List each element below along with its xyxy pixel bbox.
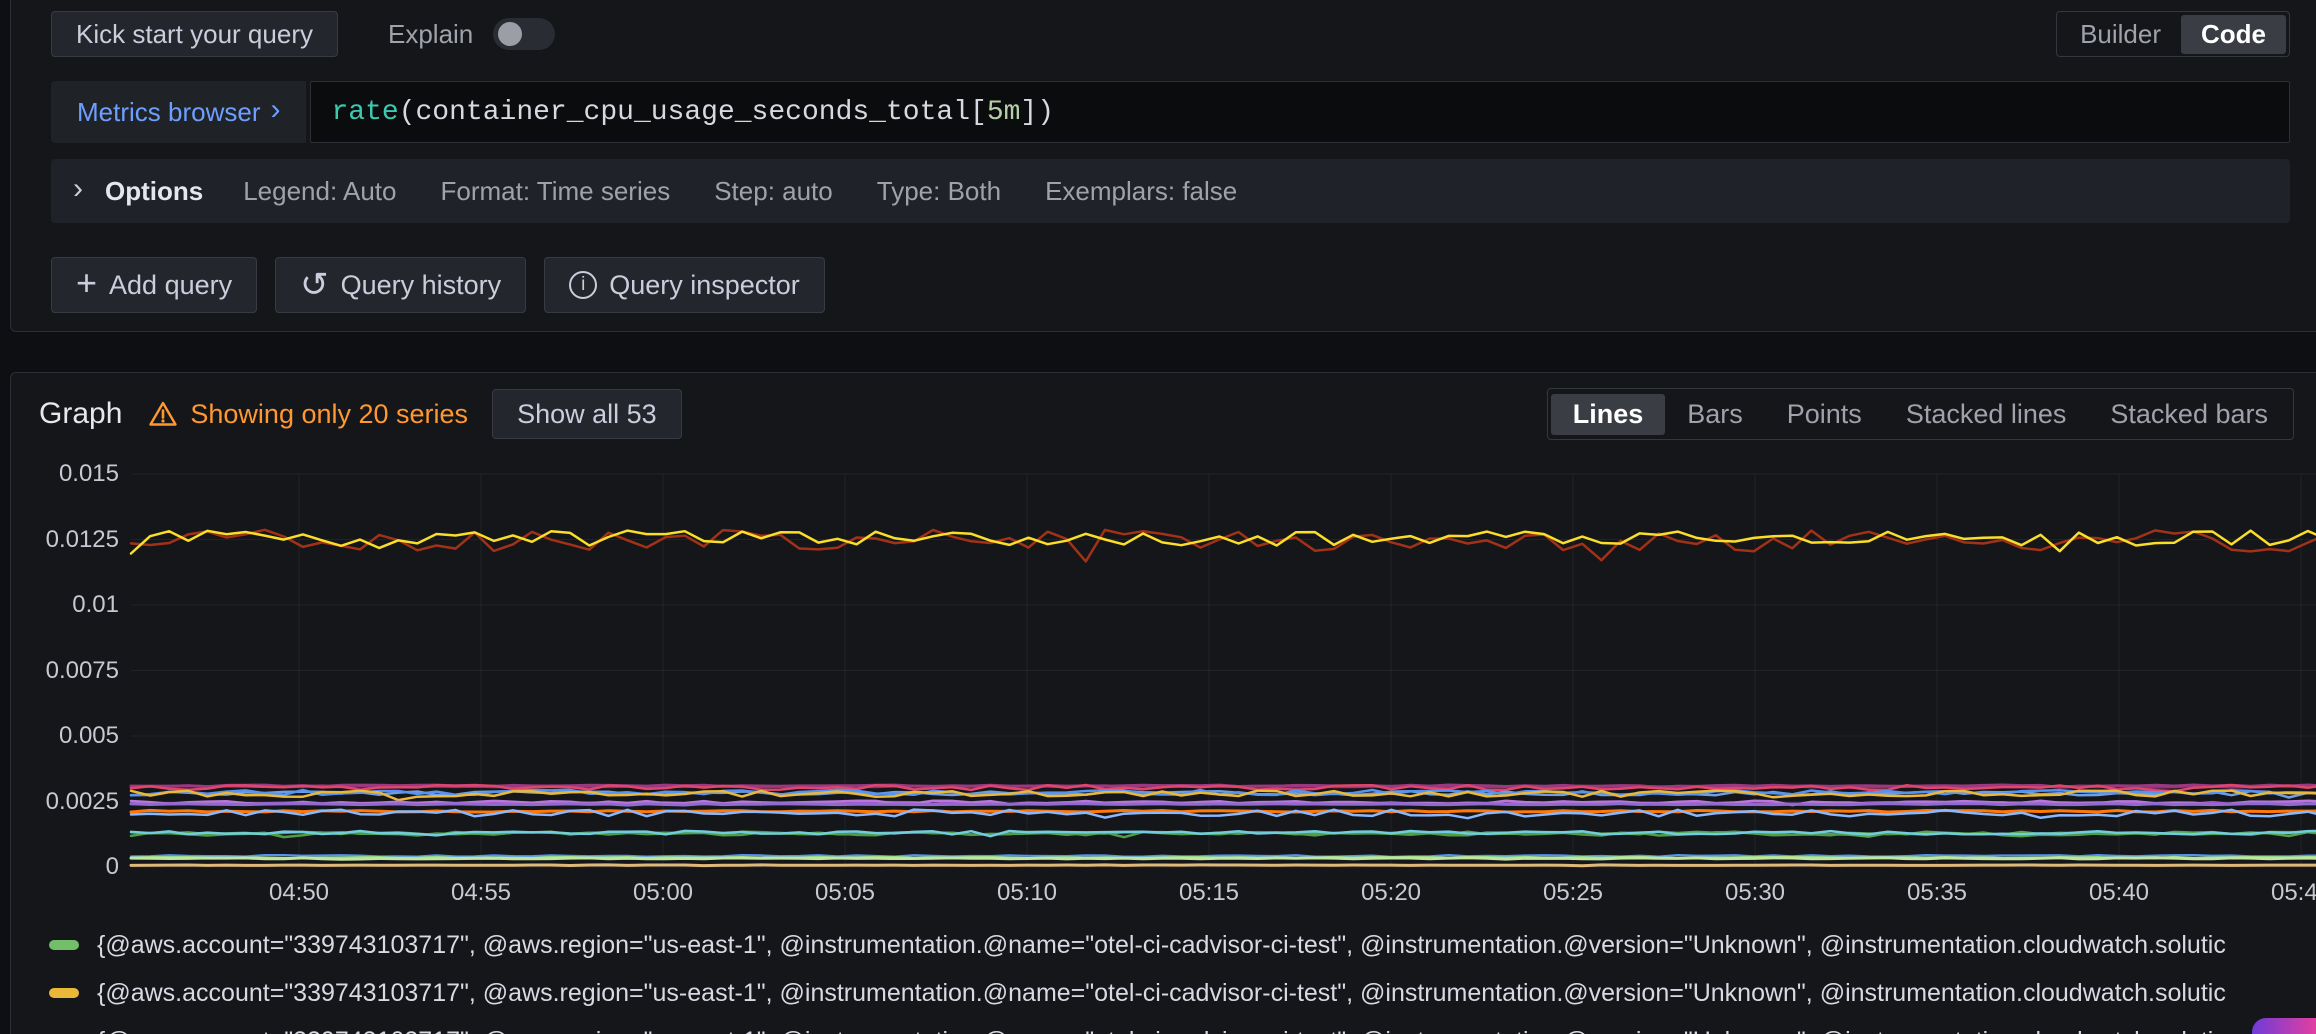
explain-toggle-knob xyxy=(498,22,522,46)
explain-toggle[interactable] xyxy=(493,18,555,50)
options-summary: Legend: Auto Format: Time series Step: aut… xyxy=(243,176,1281,207)
time-series-chart[interactable]: 0 0.0025 0.005 0.0075 0.01 0.0125 0.015 04:50 04… xyxy=(11,441,2316,916)
options-collapser[interactable]: › Options Legend: Auto Format: Time serie… xyxy=(51,159,2290,223)
show-all-series-button[interactable]: Show all 53 xyxy=(492,389,682,439)
button-label: Add query xyxy=(109,270,232,301)
x-axis-label: 05:00 xyxy=(633,879,693,907)
x-axis-label: 05:10 xyxy=(997,879,1057,907)
x-axis-label: 05:40 xyxy=(2089,879,2149,907)
chart-legend: {@aws.account="339743103717", @aws.regio… xyxy=(49,921,2316,1034)
promql-function-token: rate xyxy=(331,97,398,128)
legend-label: {@aws.account="339743103717", @aws.regio… xyxy=(97,931,2226,960)
query-actions-row: +Add query ↺Query history i Query inspector xyxy=(51,257,2290,313)
graph-style-switch: LinesBarsPointsStacked linesStacked bars xyxy=(1547,388,2294,440)
promql-metric-token: (container_cpu_usage_seconds_total[ xyxy=(399,97,987,128)
options-summary-item: Legend: Auto xyxy=(243,176,396,206)
metrics-browser-label: Metrics browser xyxy=(77,97,260,128)
graph-panel: Graph Showing only 20 series Show all 53… xyxy=(10,372,2316,1034)
y-axis-label: 0.015 xyxy=(11,460,119,488)
options-title: Options xyxy=(105,176,203,207)
legend-swatch xyxy=(49,940,79,950)
graph-style-points[interactable]: Points xyxy=(1765,394,1884,435)
x-axis-label: 05:20 xyxy=(1361,879,1421,907)
graph-header: Graph Showing only 20 series Show all 53… xyxy=(11,387,2316,441)
x-axis-label: 05:15 xyxy=(1179,879,1239,907)
x-axis-label: 04:55 xyxy=(451,879,511,907)
query-editor-toolbar: Kick start your query Explain Builder Co… xyxy=(51,11,2290,57)
code-mode-option[interactable]: Code xyxy=(2181,15,2286,54)
x-axis-label: 05:05 xyxy=(815,879,875,907)
series-limit-warning-text: Showing only 20 series xyxy=(190,399,468,430)
options-summary-item: Format: Time series xyxy=(440,176,670,206)
legend-swatch xyxy=(49,988,79,998)
info-icon: i xyxy=(569,271,597,299)
y-axis-label: 0.0125 xyxy=(11,526,119,554)
y-axis-label: 0.01 xyxy=(11,591,119,619)
x-axis-label: 05:45 xyxy=(2271,879,2316,907)
promql-duration-token: 5m xyxy=(987,97,1021,128)
legend-row[interactable]: {@aws.account="339743103717", @aws.regio… xyxy=(49,1017,2316,1034)
button-label: Query inspector xyxy=(609,270,800,301)
legend-row[interactable]: {@aws.account="339743103717", @aws.regio… xyxy=(49,921,2316,969)
y-axis-label: 0 xyxy=(11,853,119,881)
series-line-cpu-rate-tan xyxy=(131,865,2316,866)
promql-code-editor[interactable]: rate(container_cpu_usage_seconds_total[5… xyxy=(310,81,2290,143)
chart-canvas xyxy=(11,441,2316,916)
options-summary-item: Type: Both xyxy=(877,176,1001,206)
warning-icon xyxy=(148,400,178,428)
y-axis-label: 0.0075 xyxy=(11,657,119,685)
graph-title: Graph xyxy=(39,397,122,431)
options-summary-item: Exemplars: false xyxy=(1045,176,1237,206)
x-axis-label: 05:35 xyxy=(1907,879,1967,907)
promql-close-token: ]) xyxy=(1020,97,1054,128)
editor-mode-switch: Builder Code xyxy=(2056,11,2290,57)
grafana-explore-page: Kick start your query Explain Builder Co… xyxy=(0,0,2316,1034)
graph-style-lines[interactable]: Lines xyxy=(1551,394,1666,435)
legend-label: {@aws.account="339743103717", @aws.regio… xyxy=(97,979,2226,1008)
chevron-right-icon: › xyxy=(270,95,280,125)
button-label: Query history xyxy=(341,270,502,301)
series-line-cpu-rate-pale-green xyxy=(131,858,2316,859)
graph-style-bars[interactable]: Bars xyxy=(1665,394,1765,435)
explain-label: Explain xyxy=(388,19,473,50)
graph-style-stacked-bars[interactable]: Stacked bars xyxy=(2088,394,2290,435)
options-summary-item: Step: auto xyxy=(714,176,833,206)
x-axis-label: 05:25 xyxy=(1543,879,1603,907)
x-axis-label: 05:30 xyxy=(1725,879,1785,907)
legend-row[interactable]: {@aws.account="339743103717", @aws.regio… xyxy=(49,969,2316,1017)
legend-label: {@aws.account="339743103717", @aws.regio… xyxy=(97,1027,2226,1034)
add-query-button[interactable]: +Add query xyxy=(51,257,257,313)
kick-start-query-button[interactable]: Kick start your query xyxy=(51,11,338,57)
query-history-button[interactable]: ↺Query history xyxy=(275,257,526,313)
metrics-browser-button[interactable]: Metrics browser › xyxy=(51,81,306,143)
graph-style-stacked-lines[interactable]: Stacked lines xyxy=(1884,394,2089,435)
x-axis-label: 04:50 xyxy=(269,879,329,907)
query-editor-panel: Kick start your query Explain Builder Co… xyxy=(10,0,2316,332)
builder-mode-option[interactable]: Builder xyxy=(2060,15,2181,54)
grafana-assistant-corner-button[interactable] xyxy=(2252,1018,2316,1034)
series-limit-warning: Showing only 20 series xyxy=(148,399,468,430)
chevron-right-icon: › xyxy=(73,172,83,206)
y-axis-label: 0.0025 xyxy=(11,788,119,816)
series-line-cpu-rate-violet-flat xyxy=(131,804,2316,806)
query-row: Metrics browser › rate(container_cpu_usa… xyxy=(51,81,2290,143)
query-inspector-button[interactable]: i Query inspector xyxy=(544,257,825,313)
y-axis-label: 0.005 xyxy=(11,722,119,750)
